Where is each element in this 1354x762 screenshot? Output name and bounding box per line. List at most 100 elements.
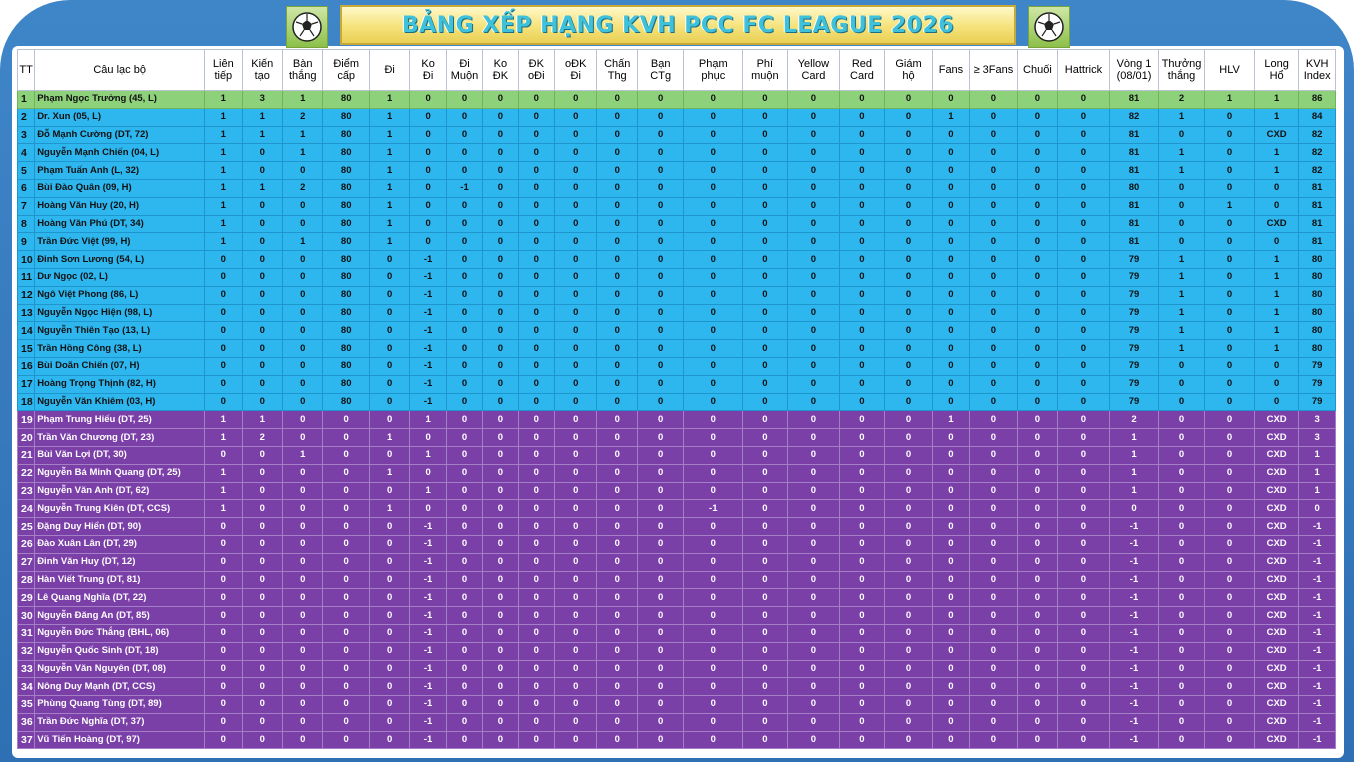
table-cell: 0 bbox=[683, 125, 744, 145]
table-cell: 0 bbox=[839, 428, 885, 447]
table-cell: 0 bbox=[517, 588, 556, 608]
table-cell: -1 bbox=[1298, 730, 1336, 750]
table-cell: 0 bbox=[1017, 250, 1058, 269]
table-cell: CXD bbox=[1253, 552, 1300, 572]
table-cell: 0 bbox=[1017, 392, 1058, 412]
table-cell: 0 bbox=[445, 428, 484, 447]
table-cell: 0 bbox=[409, 196, 447, 216]
club-name: Nguyễn Ngọc Hiện (98, L) bbox=[34, 303, 206, 323]
table-cell: 0 bbox=[1204, 303, 1255, 323]
table-cell: 0 bbox=[1056, 428, 1111, 447]
table-cell: 0 bbox=[932, 374, 970, 394]
table-cell: 0 bbox=[683, 374, 744, 394]
table-cell: 0 bbox=[241, 392, 283, 412]
table-cell: 0 bbox=[839, 125, 885, 145]
column-header-line1: Đi bbox=[384, 64, 395, 76]
table-cell: 0 bbox=[636, 267, 685, 287]
table-cell: 0 bbox=[636, 250, 685, 269]
table-cell: 0 bbox=[839, 695, 885, 714]
table-cell: 0 bbox=[1204, 606, 1255, 625]
table-cell: 0 bbox=[554, 534, 598, 554]
table-cell: 0 bbox=[1157, 196, 1206, 216]
table-cell: 0 bbox=[554, 196, 598, 216]
table-cell: 81 bbox=[1298, 214, 1336, 234]
table-cell: 0 bbox=[1157, 677, 1206, 697]
column-header: Red Card bbox=[839, 49, 885, 91]
table-cell: 0 bbox=[636, 392, 685, 412]
table-cell: 0 bbox=[786, 356, 841, 376]
table-cell: 1 bbox=[204, 481, 243, 501]
table-cell: 0 bbox=[1017, 641, 1058, 661]
table-cell: 0 bbox=[932, 641, 970, 661]
table-cell: 0 bbox=[482, 196, 519, 216]
table-cell: 82 bbox=[1298, 125, 1336, 145]
table-cell: 0 bbox=[204, 250, 243, 269]
table-cell: 1 bbox=[1109, 481, 1159, 501]
table-cell: 0 bbox=[1056, 659, 1111, 679]
club-name: Hoàng Văn Huy (20, H) bbox=[34, 196, 206, 216]
table-cell: 0 bbox=[1157, 374, 1206, 394]
table-cell: 0 bbox=[1056, 303, 1111, 323]
column-header-line2: (08/01) bbox=[1116, 70, 1152, 82]
table-cell: CXD bbox=[1253, 641, 1300, 661]
table-cell: 0 bbox=[241, 356, 283, 376]
table-cell: 0 bbox=[445, 232, 484, 252]
table-cell: CXD bbox=[1253, 730, 1300, 750]
rank-number: 12 bbox=[16, 285, 36, 305]
column-header-line2: Card bbox=[850, 70, 874, 82]
table-cell: 0 bbox=[932, 588, 970, 608]
table-cell: -1 bbox=[409, 730, 447, 750]
table-cell: 3 bbox=[1298, 410, 1336, 430]
table-cell: -1 bbox=[409, 712, 447, 732]
column-header-line1: Liên bbox=[212, 58, 234, 70]
table-cell: 80 bbox=[322, 267, 370, 287]
rank-number: 16 bbox=[16, 356, 36, 376]
table-cell: 0 bbox=[883, 161, 934, 180]
table-cell: 0 bbox=[1056, 90, 1111, 109]
table-cell: 0 bbox=[1157, 392, 1206, 412]
table-cell: 0 bbox=[839, 588, 885, 608]
table-cell: 0 bbox=[932, 659, 970, 679]
table-cell: 0 bbox=[204, 570, 243, 590]
table-cell: 0 bbox=[1056, 712, 1111, 732]
table-cell: 0 bbox=[482, 570, 519, 590]
table-cell: 0 bbox=[204, 339, 243, 358]
club-name: Nguyễn Mạnh Chiến (04, L) bbox=[34, 143, 206, 163]
table-cell: 0 bbox=[554, 178, 598, 198]
club-name: Nguyễn Văn Nguyên (DT, 08) bbox=[34, 659, 206, 679]
table-cell: 0 bbox=[968, 570, 1019, 590]
table-cell: 1 bbox=[204, 161, 243, 180]
table-cell: 0 bbox=[1056, 534, 1111, 554]
rank-number: 10 bbox=[16, 250, 36, 269]
table-cell: 0 bbox=[1204, 428, 1255, 447]
table-row: 25 Đặng Duy Hiển (DT, 90) 0 0 0 0 0 -1 0 0 0 0 0 0 0 0 0… bbox=[16, 517, 1336, 536]
column-header-line1: Kiến bbox=[251, 58, 274, 70]
column-header-line1: Fans bbox=[938, 64, 964, 76]
table-row: 20 Trần Văn Chương (DT, 23) 1 2 0 0 1 0 0 0 0 0 0 0 0 0… bbox=[16, 428, 1336, 447]
rank-number: 7 bbox=[16, 196, 36, 216]
table-cell: 81 bbox=[1109, 214, 1159, 234]
table-row: 12 Ngô Việt Phong (86, L) 0 0 0 80 0 -1 0 0 0 0 0 0 0 0… bbox=[16, 285, 1336, 305]
table-cell: 0 bbox=[968, 250, 1019, 269]
table-cell: 0 bbox=[281, 303, 324, 323]
club-name: Phạm Trung Hiếu (DT, 25) bbox=[34, 410, 206, 430]
table-cell: 0 bbox=[883, 374, 934, 394]
table-cell: 1 bbox=[281, 90, 324, 109]
table-cell: 0 bbox=[368, 374, 411, 394]
table-cell: -1 bbox=[1109, 517, 1159, 536]
column-header-line1: Ko bbox=[421, 58, 435, 70]
club-name: Nguyễn Văn Khiêm (03, H) bbox=[34, 392, 206, 412]
table-cell: 0 bbox=[482, 517, 519, 536]
table-cell: 80 bbox=[322, 374, 370, 394]
table-cell: 0 bbox=[368, 659, 411, 679]
table-cell: 0 bbox=[1056, 695, 1111, 714]
table-cell: 0 bbox=[1017, 321, 1058, 341]
table-cell: 0 bbox=[883, 196, 934, 216]
table-cell: 1 bbox=[204, 410, 243, 430]
table-cell: 0 bbox=[786, 623, 841, 643]
table-cell: 1 bbox=[1253, 107, 1300, 127]
table-cell: 0 bbox=[482, 267, 519, 287]
table-cell: 0 bbox=[883, 339, 934, 358]
table-cell: 0 bbox=[482, 178, 519, 198]
table-cell: 0 bbox=[742, 552, 788, 572]
